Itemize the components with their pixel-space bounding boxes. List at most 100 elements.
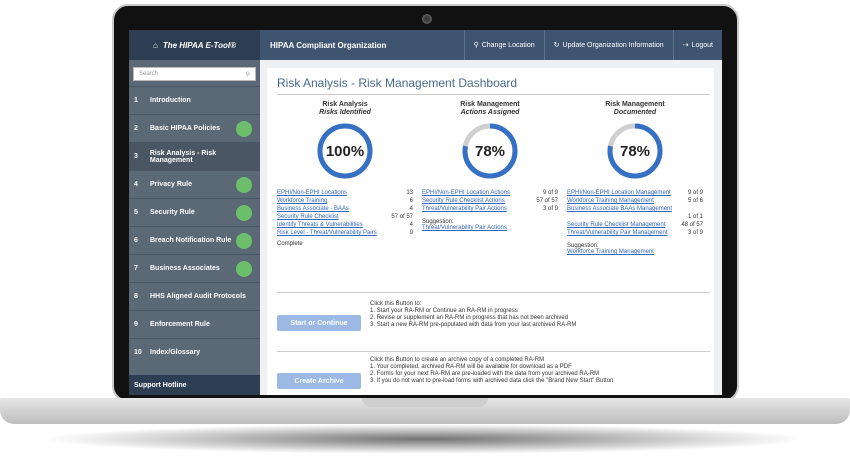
metric-link[interactable]: EPHI/Non-EPHI Locations bbox=[277, 189, 347, 197]
metric-value: 57 of 57 bbox=[391, 214, 413, 220]
metric-row: Business Associate - BAAs 4 bbox=[277, 205, 413, 213]
metric-list: EPHI/Non-EPHI Locations 13 Workforce Train… bbox=[277, 189, 413, 237]
metric-row: Security Rule Checklist Management 48 of … bbox=[567, 221, 703, 229]
laptop-shadow bbox=[40, 424, 810, 454]
logout-icon: ⇢ bbox=[682, 42, 689, 49]
column-subheading: Documented bbox=[613, 109, 657, 116]
metric-value: 3 of 9 bbox=[687, 230, 703, 236]
sidebar-item-number: 2 bbox=[134, 125, 138, 132]
sidebar-item-label: Enforcement Rule bbox=[150, 321, 210, 328]
metric-link[interactable]: Risk Level - Threat/Vulnerability Pairs bbox=[277, 229, 377, 237]
page-title: Risk Analysis - Risk Management Dashboar… bbox=[277, 76, 518, 90]
main-content: Risk Analysis - Risk Management Dashboar… bbox=[260, 60, 722, 395]
metric-list: EPHI/Non-EPHI Location Management 9 of 9 W… bbox=[567, 189, 703, 237]
sidebar-item[interactable]: 8 HHS Aligned Audit Protocols bbox=[129, 282, 260, 310]
suggestion-link[interactable]: Workforce Training Management bbox=[567, 249, 703, 255]
support-hotline[interactable]: Support Hotline bbox=[129, 375, 260, 395]
status-text: Complete bbox=[277, 241, 303, 247]
brand-title: The HIPAA E-Tool® bbox=[162, 40, 236, 50]
metric-link[interactable]: Security Rule Checklist bbox=[277, 213, 339, 221]
metric-value: 13 bbox=[406, 190, 413, 196]
camera-icon bbox=[422, 14, 432, 24]
title-divider bbox=[277, 94, 710, 95]
description-line: 2. Revise or supplement an RA-RM in prog… bbox=[370, 315, 569, 321]
sidebar-item[interactable]: 3 Risk Analysis - Risk Management bbox=[129, 142, 260, 170]
column-subheading: Risks Identified bbox=[319, 109, 371, 116]
metric-row: Security Rule Checklist 57 of 57 bbox=[277, 213, 413, 221]
sidebar-item-number: 6 bbox=[134, 237, 138, 244]
update-organization-label: Update Organization Information bbox=[562, 41, 664, 49]
metric-link[interactable]: Security Rule Checklist Management bbox=[567, 221, 665, 229]
metric-row: Security Rule Checklist Actions 57 of 57 bbox=[422, 197, 558, 205]
suggestion-link[interactable]: Threat/Vulnerability Pair Actions bbox=[422, 225, 558, 231]
metric-link[interactable]: EPHI/Non-EPHI Location Management bbox=[567, 189, 671, 197]
metric-value: 5 of 6 bbox=[687, 198, 703, 204]
column-heading: Risk Management bbox=[605, 101, 665, 108]
description-line: Click this Button to create an archive c… bbox=[370, 357, 545, 363]
metric-link[interactable]: Business Associate - BAAs bbox=[277, 205, 349, 213]
sidebar-item-number: 8 bbox=[134, 293, 138, 300]
metric-row: EPHI/Non-EPHI Location Actions 9 of 9 bbox=[422, 189, 558, 197]
description-line: 3. Start a new RA-RM pre-populated with … bbox=[370, 322, 577, 328]
metric-row: Risk Level - Threat/Vulnerability Pairs 9 bbox=[277, 229, 413, 237]
sidebar-item-number: 3 bbox=[134, 153, 138, 160]
metric-list: EPHI/Non-EPHI Location Actions 9 of 9 Secu… bbox=[422, 189, 558, 213]
metric-link[interactable]: Workforce Training bbox=[277, 197, 327, 205]
sidebar-nav: 1 Introduction 2 Basic HIPAA Policies 3 Risk … bbox=[129, 86, 260, 366]
metric-row: Threat/Vulnerability Pair Actions 3 of 9 bbox=[422, 205, 558, 213]
logout-button[interactable]: ⇢ Logout bbox=[672, 30, 722, 60]
create-archive-description: Click this Button to create an archive c… bbox=[370, 357, 613, 385]
organization-name: HIPAA Compliant Organization bbox=[270, 40, 387, 50]
metric-value: 9 of 9 bbox=[542, 190, 558, 196]
metric-link[interactable]: Threat/Vulnerability Pair Management bbox=[567, 229, 668, 237]
sidebar-item-label: Introduction bbox=[150, 97, 191, 104]
sidebar-item[interactable]: 1 Introduction bbox=[129, 86, 260, 114]
metric-value: 1 of 1 bbox=[687, 214, 703, 220]
sidebar-item-label: Security Rule bbox=[150, 209, 195, 216]
dashboard-column: Risk Management Documented 78% EPHI/Non-EPH… bbox=[567, 100, 703, 255]
description-line: 1. Start your RA-RM or Continue an RA-RM… bbox=[370, 308, 518, 314]
brand[interactable]: ⌂ The HIPAA E-Tool® bbox=[129, 30, 260, 60]
metric-value: 9 of 9 bbox=[687, 190, 703, 196]
progress-percent: 78% bbox=[474, 142, 506, 160]
sidebar-item[interactable]: 10 Index/Glossary bbox=[129, 338, 260, 366]
complete-status-icon bbox=[236, 177, 252, 193]
sidebar-item-label: Breach Notification Rule bbox=[150, 237, 232, 244]
metric-link[interactable]: Workforce Training Management bbox=[567, 197, 654, 205]
sidebar-item[interactable]: 9 Enforcement Rule bbox=[129, 310, 260, 338]
sidebar-item-number: 10 bbox=[134, 349, 142, 356]
sidebar-item[interactable]: 6 Breach Notification Rule bbox=[129, 226, 260, 254]
sidebar-item[interactable]: 2 Basic HIPAA Policies bbox=[129, 114, 260, 142]
metric-link[interactable]: Identify Threats & Vulnerabilities bbox=[277, 221, 363, 229]
start-or-continue-button[interactable]: Start or Continue bbox=[277, 315, 361, 331]
progress-ring: 78% bbox=[605, 121, 665, 181]
metric-row: EPHI/Non-EPHI Locations 13 bbox=[277, 189, 413, 197]
dashboard-column: Risk Management Actions Assigned 78% EPHI/N… bbox=[422, 100, 558, 231]
metric-value: 6 bbox=[409, 198, 413, 204]
sidebar-item-label: Risk Analysis - Risk Management bbox=[149, 149, 217, 164]
metric-link[interactable]: Threat/Vulnerability Pair Actions bbox=[422, 205, 507, 213]
sidebar-item-number: 7 bbox=[134, 265, 138, 272]
metric-value: 48 of 57 bbox=[681, 222, 703, 228]
location-pin-icon: ⚲ bbox=[473, 42, 479, 49]
metric-link[interactable]: EPHI/Non-EPHI Location Actions bbox=[422, 189, 510, 197]
change-location-label: Change Location bbox=[481, 41, 535, 49]
metric-link[interactable]: Business Associate BAAs Management bbox=[567, 205, 672, 213]
update-organization-button[interactable]: ↻ Update Organization Information bbox=[543, 30, 673, 60]
metric-row: 1 of 1 bbox=[567, 213, 703, 221]
description-line: 1. Your completed, archived RA-RM will b… bbox=[370, 364, 572, 370]
sidebar-item[interactable]: 7 Business Associates bbox=[129, 254, 260, 282]
metric-value: 57 of 57 bbox=[536, 198, 558, 204]
search-icon[interactable]: ⚲ bbox=[246, 71, 250, 78]
change-location-button[interactable]: ⚲ Change Location bbox=[463, 30, 544, 60]
search-input[interactable]: Search ⚲ bbox=[133, 67, 256, 81]
sidebar-item-label: Business Associates bbox=[150, 265, 220, 272]
metric-value: 4 bbox=[409, 206, 413, 212]
metric-link[interactable]: Security Rule Checklist Actions bbox=[422, 197, 505, 205]
create-archive-button[interactable]: Create Archive bbox=[277, 373, 361, 389]
sidebar-item[interactable]: 4 Privacy Rule bbox=[129, 170, 260, 198]
description-line: 2. Forms for your next RA-RM are pre-loa… bbox=[370, 371, 600, 377]
laptop-notch bbox=[362, 398, 488, 407]
sidebar-item[interactable]: 5 Security Rule bbox=[129, 198, 260, 226]
home-icon: ⌂ bbox=[153, 40, 158, 50]
